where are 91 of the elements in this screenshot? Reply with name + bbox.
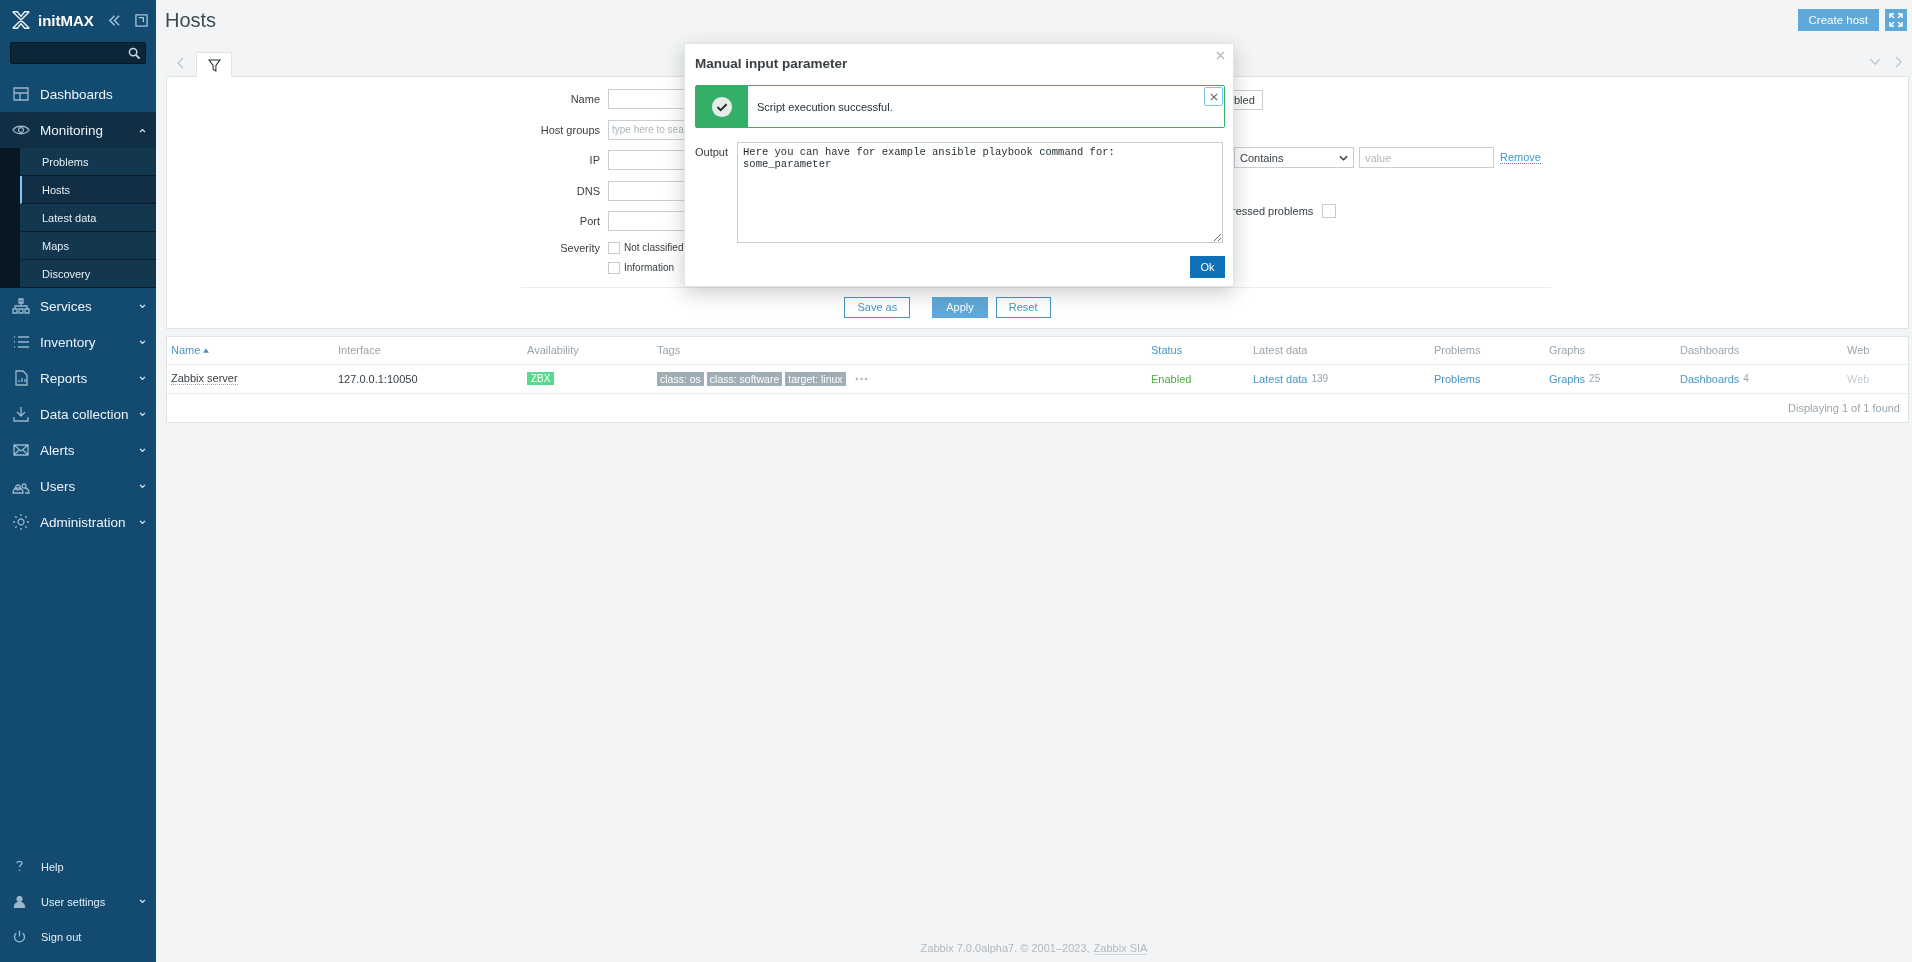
count: 4 <box>1743 373 1749 384</box>
caret-icon <box>139 339 146 345</box>
menu-item[interactable]: User settings <box>0 884 156 919</box>
copyright-text: Zabbix 7.0.0alpha7. © 2001–2023, <box>920 942 1090 955</box>
field-label: Output <box>695 146 729 160</box>
user-icon <box>12 894 27 909</box>
menu-item[interactable]: Help <box>0 849 156 884</box>
fullscreen-icon <box>1889 13 1903 27</box>
field-label: Port <box>578 215 600 227</box>
hierarchy-icon <box>12 297 30 315</box>
caret-icon <box>139 447 146 453</box>
caret-icon <box>139 899 146 904</box>
chevron-down-icon[interactable] <box>1869 58 1881 66</box>
menu-item[interactable]: Administration <box>0 504 156 540</box>
column-header: Latest data <box>1253 344 1308 356</box>
checkbox[interactable] <box>608 241 620 254</box>
menu-item[interactable]: Services <box>0 288 156 324</box>
menu-item[interactable]: Dashboards <box>0 76 156 112</box>
results-count: Displaying 1 of 1 found <box>1788 401 1900 414</box>
column-header: Tags <box>657 344 681 356</box>
field-label: IP <box>588 154 600 166</box>
chevron-left-icon[interactable] <box>176 57 184 69</box>
submenu-item[interactable]: Latest data <box>20 204 156 232</box>
search-field[interactable] <box>10 42 146 64</box>
submenu-item[interactable]: Problems <box>20 148 156 176</box>
brand-name: initMAX <box>38 11 95 29</box>
kiosk-icon[interactable] <box>135 13 148 27</box>
count: 25 <box>1589 373 1601 384</box>
caret-icon <box>139 127 146 133</box>
field-label: DNS <box>575 184 600 197</box>
field-label: Name <box>569 93 600 105</box>
checkbox[interactable] <box>608 261 620 274</box>
grid-icon <box>12 85 30 103</box>
operator-dropdown[interactable]: Contains <box>1234 147 1354 168</box>
column-header: Availability <box>527 344 579 356</box>
field-label: Severity <box>559 241 600 254</box>
filter-icon <box>207 58 221 72</box>
caret-icon <box>1339 154 1348 161</box>
availability-tag: ZBX <box>527 372 555 385</box>
collapse-icon[interactable] <box>108 13 121 27</box>
submenu-item[interactable]: Hosts <box>20 176 156 204</box>
checkbox-label: Information <box>624 262 675 273</box>
dialog-title: Manual input parameter <box>695 55 848 71</box>
checkbox-label: Not classified <box>624 242 684 253</box>
menu-item[interactable]: Inventory <box>0 324 156 360</box>
caret-icon <box>139 519 146 525</box>
more-icon[interactable] <box>854 376 868 381</box>
save-as-button[interactable]: Save as <box>844 296 911 318</box>
ok-button[interactable]: Ok <box>1190 256 1225 278</box>
column-header: Problems <box>1434 344 1481 356</box>
filter-tab[interactable] <box>196 52 232 77</box>
menu-item[interactable]: Data collection <box>0 396 156 432</box>
report-icon <box>12 369 30 387</box>
submenu-item[interactable]: Discovery <box>20 260 156 288</box>
caret-icon <box>139 303 146 309</box>
menu-item[interactable]: Sign out <box>0 919 156 954</box>
check-circle-icon <box>711 95 733 118</box>
chevron-right-icon[interactable] <box>1895 56 1903 68</box>
gear-icon <box>12 513 30 531</box>
menu-item[interactable]: Users <box>0 468 156 504</box>
close-icon <box>1209 92 1218 101</box>
fullscreen-button[interactable] <box>1885 9 1907 31</box>
field-label: Host groups <box>539 123 600 136</box>
menu-item[interactable]: Monitoring <box>0 112 156 148</box>
column-header: Dashboards <box>1680 344 1740 356</box>
message-text: Script execution successful. <box>757 100 894 113</box>
caret-icon <box>139 375 146 381</box>
checkbox[interactable] <box>1322 204 1337 218</box>
close-button[interactable] <box>1204 87 1223 106</box>
caret-icon <box>139 411 146 417</box>
count: 139 <box>1311 373 1329 384</box>
tag-value-field[interactable]: value <box>1359 147 1494 168</box>
menu-item[interactable]: Alerts <box>0 432 156 468</box>
close-icon[interactable] <box>1216 51 1225 60</box>
column-header: Web <box>1847 344 1870 356</box>
web-link: Web <box>1847 372 1870 385</box>
menu-item[interactable]: Reports <box>0 360 156 396</box>
power-icon <box>12 929 27 944</box>
submenu-item[interactable]: Maps <box>20 232 156 260</box>
download-icon <box>12 405 30 423</box>
column-header: Graphs <box>1549 344 1586 356</box>
output-field[interactable]: Here you can have for example ansible playbook command for: some_parameter <box>737 142 1224 243</box>
table-cell: 127.0.0.1:10050 <box>338 372 418 385</box>
list-icon <box>12 333 30 351</box>
logo-icon <box>10 9 32 31</box>
host-link[interactable]: Zabbix server <box>171 372 238 385</box>
caret-icon <box>139 483 146 489</box>
envelope-icon <box>12 441 30 459</box>
page-title: Hosts <box>165 8 217 32</box>
column-header: Interface <box>338 344 381 356</box>
search-icon[interactable] <box>128 46 141 60</box>
